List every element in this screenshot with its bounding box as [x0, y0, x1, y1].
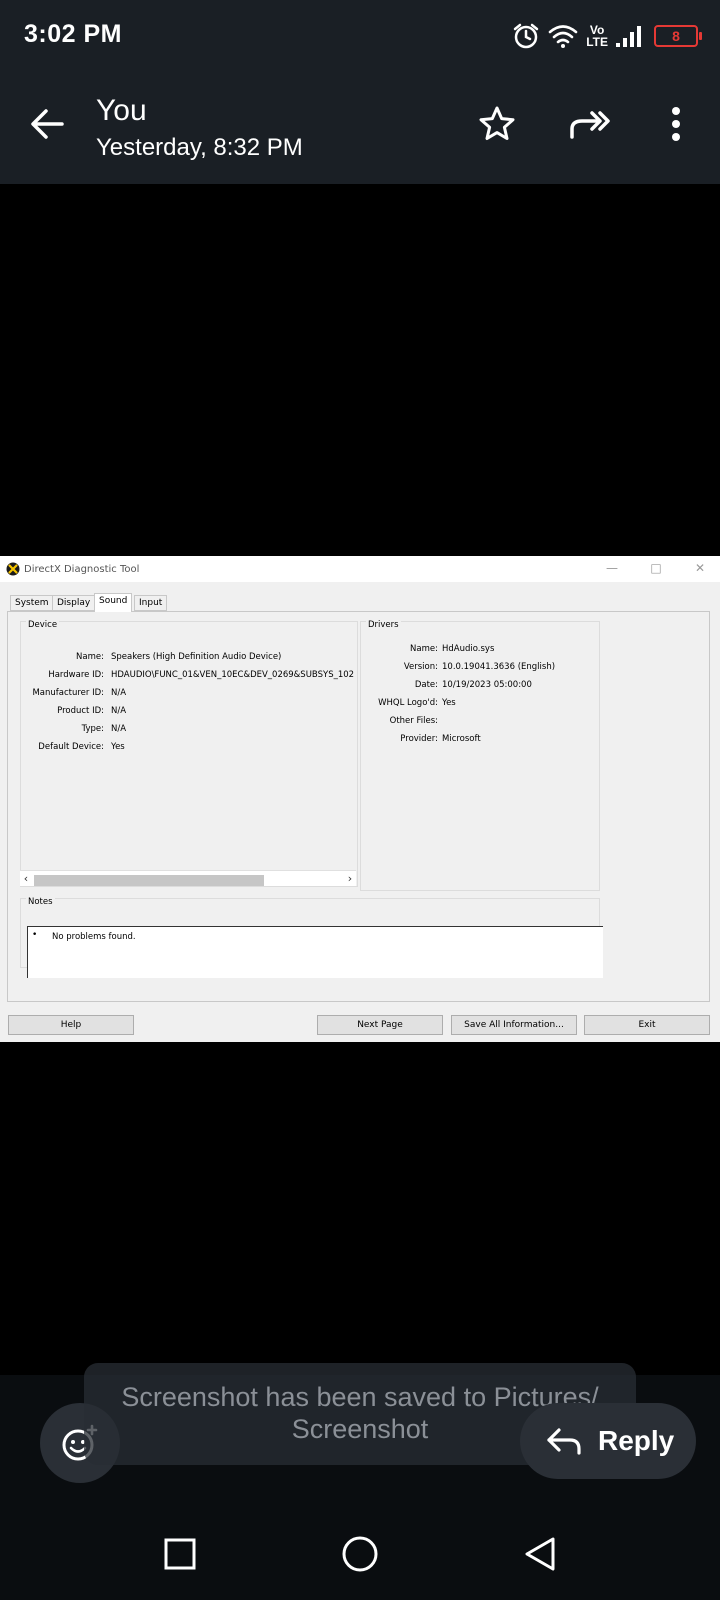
tab-display[interactable]: Display — [52, 595, 96, 611]
provider-value: Microsoft — [442, 734, 481, 744]
driver-name-label: Name: — [410, 644, 438, 654]
message-timestamp: Yesterday, 8:32 PM — [96, 134, 303, 161]
reply-icon — [547, 1428, 581, 1455]
reply-button[interactable]: Reply — [520, 1403, 696, 1479]
app-header: You Yesterday, 8:32 PM — [0, 72, 720, 184]
notes-text: No problems found. — [52, 932, 136, 942]
provider-label: Provider: — [400, 734, 438, 744]
volte-indicator: Vo LTE — [586, 23, 608, 49]
more-options-button[interactable] — [654, 102, 698, 146]
whql-label: WHQL Logo'd: — [378, 698, 438, 708]
dxdiag-titlebar: DirectX Diagnostic Tool — □ ✕ — [0, 556, 720, 582]
next-page-button[interactable]: Next Page — [317, 1015, 443, 1035]
manufacturer-id-label: Manufacturer ID: — [32, 688, 104, 698]
device-name-value: Speakers (High Definition Audio Device) — [111, 652, 282, 662]
driver-date-value: 10/19/2023 05:00:00 — [442, 680, 532, 690]
scroll-thumb[interactable] — [34, 875, 264, 886]
tab-sound[interactable]: Sound — [94, 593, 133, 612]
driver-date-label: Date: — [414, 680, 438, 690]
nav-back-button[interactable] — [518, 1532, 562, 1576]
maximize-icon[interactable]: □ — [648, 560, 664, 576]
minimize-icon[interactable]: — — [604, 560, 620, 576]
exit-button[interactable]: Exit — [584, 1015, 710, 1035]
driver-name-value: HdAudio.sys — [442, 644, 495, 654]
notes-bullet: • — [32, 930, 38, 940]
recents-button[interactable] — [158, 1532, 202, 1576]
battery-icon: 8 — [654, 25, 702, 47]
type-label: Type: — [81, 724, 104, 734]
star-icon — [479, 106, 515, 140]
product-id-label: Product ID: — [57, 706, 104, 716]
recents-square-icon — [164, 1538, 196, 1570]
manufacturer-id-value: N/A — [111, 688, 127, 698]
driver-version-label: Version: — [403, 662, 438, 672]
back-triangle-icon — [525, 1537, 555, 1571]
notes-group-title: Notes — [26, 897, 55, 907]
other-files-label: Other Files: — [389, 716, 438, 726]
system-nav-bar — [0, 1510, 720, 1600]
home-circle-icon — [342, 1536, 378, 1572]
signal-icon — [616, 26, 641, 47]
forward-icon — [570, 111, 610, 139]
status-bar: 3:02 PM Vo LTE 8 — [0, 0, 720, 72]
save-all-information-button[interactable]: Save All Information... — [451, 1015, 577, 1035]
scroll-left-icon[interactable]: ‹ — [20, 871, 32, 887]
device-name-label: Name: — [76, 652, 104, 662]
more-vert-icon — [672, 107, 680, 141]
back-arrow-icon — [31, 109, 64, 139]
product-id-value: N/A — [111, 706, 127, 716]
default-device-label: Default Device: — [38, 742, 104, 752]
close-icon[interactable]: ✕ — [692, 560, 708, 576]
star-button[interactable] — [475, 102, 519, 146]
tab-system[interactable]: System — [10, 595, 54, 611]
status-time: 3:02 PM — [24, 20, 122, 48]
back-button[interactable] — [26, 102, 70, 146]
scroll-right-icon[interactable]: › — [344, 871, 356, 887]
alarm-icon — [513, 23, 539, 49]
hardware-id-label: Hardware ID: — [48, 670, 104, 680]
tab-input[interactable]: Input — [134, 595, 168, 611]
device-group-title: Device — [26, 620, 60, 630]
default-device-value: Yes — [111, 742, 125, 752]
dxdiag-screenshot[interactable]: DirectX Diagnostic Tool — □ ✕ System Dis… — [0, 556, 720, 1042]
reply-label: Reply — [598, 1425, 675, 1456]
driver-version-value: 10.0.19041.3636 (English) — [442, 662, 556, 672]
help-button[interactable]: Help — [8, 1015, 134, 1035]
notes-textbox[interactable]: • No problems found. — [27, 926, 603, 978]
dxdiag-title: DirectX Diagnostic Tool — [24, 564, 140, 575]
type-value: N/A — [111, 724, 127, 734]
directx-logo-icon — [6, 562, 20, 576]
sender-name: You — [96, 94, 147, 127]
whql-value: Yes — [442, 698, 456, 708]
drivers-group-title: Drivers — [366, 620, 401, 630]
wifi-icon — [548, 25, 578, 48]
status-icons: Vo LTE 8 — [512, 20, 702, 52]
device-horizontal-scrollbar[interactable]: ‹ › — [20, 870, 356, 886]
home-button[interactable] — [338, 1532, 382, 1576]
forward-button[interactable] — [568, 102, 612, 146]
